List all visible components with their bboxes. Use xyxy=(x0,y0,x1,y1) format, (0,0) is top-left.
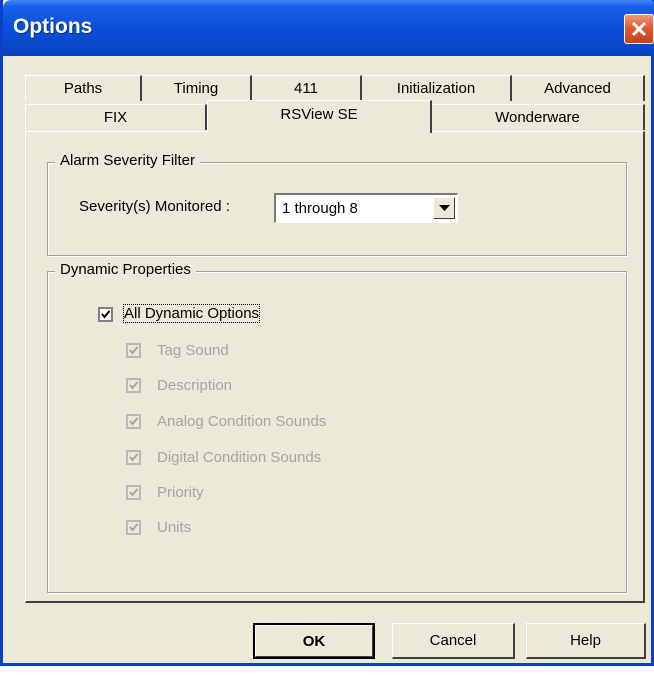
tab-initialization[interactable]: Initialization xyxy=(362,75,512,101)
cancel-button[interactable]: Cancel xyxy=(392,623,515,659)
tab-timing[interactable]: Timing xyxy=(142,75,252,101)
ok-button-label: OK xyxy=(302,632,326,650)
checkmark-icon xyxy=(129,523,139,532)
checkmark-icon xyxy=(101,310,111,319)
tab-wonderware[interactable]: Wonderware xyxy=(432,104,645,130)
checkmark-icon xyxy=(129,417,139,426)
chevron-down-icon xyxy=(439,205,450,211)
all-dynamic-options-label[interactable]: All Dynamic Options xyxy=(122,304,261,323)
tab-fix[interactable]: FIX xyxy=(25,104,207,130)
severity-monitored-label: Severity(s) Monitored : xyxy=(79,198,230,215)
severity-select[interactable]: 1 through 8 xyxy=(274,193,458,223)
description-label: Description xyxy=(157,377,233,394)
all-dynamic-options-checkbox[interactable] xyxy=(98,307,113,322)
help-button-label: Help xyxy=(570,632,601,649)
units-label: Units xyxy=(157,519,192,536)
cancel-button-label: Cancel xyxy=(429,632,477,649)
priority-checkbox[interactable] xyxy=(126,485,141,500)
checkmark-icon xyxy=(129,453,139,462)
help-button[interactable]: Help xyxy=(526,623,646,659)
title-bar[interactable]: Options xyxy=(3,0,654,56)
tab-paths[interactable]: Paths xyxy=(25,75,142,101)
ok-button[interactable]: OK xyxy=(253,623,375,659)
checkmark-icon xyxy=(129,346,139,355)
analog-condition-sounds-checkbox[interactable] xyxy=(126,414,141,429)
digital-condition-sounds-checkbox[interactable] xyxy=(126,450,141,465)
checkmark-icon xyxy=(129,381,139,390)
close-button[interactable] xyxy=(624,14,654,44)
severity-dropdown-button[interactable] xyxy=(433,197,455,219)
units-checkbox[interactable] xyxy=(126,520,141,535)
dynamic-properties-legend: Dynamic Properties xyxy=(55,261,196,278)
alarm-severity-filter-legend: Alarm Severity Filter xyxy=(55,152,201,169)
tag-sound-label: Tag Sound xyxy=(157,342,229,359)
severity-select-value: 1 through 8 xyxy=(282,200,358,217)
digital-condition-sounds-label: Digital Condition Sounds xyxy=(157,449,322,466)
analog-condition-sounds-label: Analog Condition Sounds xyxy=(157,413,327,430)
checkmark-icon xyxy=(129,488,139,497)
window-title: Options xyxy=(13,15,93,38)
tag-sound-checkbox[interactable] xyxy=(126,343,141,358)
close-icon xyxy=(631,21,647,37)
options-dialog: Options Paths Timing 411 Initialization … xyxy=(0,0,654,666)
tab-rsview-se[interactable]: RSView SE xyxy=(207,100,432,133)
priority-label: Priority xyxy=(157,484,204,501)
description-checkbox[interactable] xyxy=(126,378,141,393)
tab-advanced[interactable]: Advanced xyxy=(512,75,645,101)
tab-411[interactable]: 411 xyxy=(252,75,362,101)
